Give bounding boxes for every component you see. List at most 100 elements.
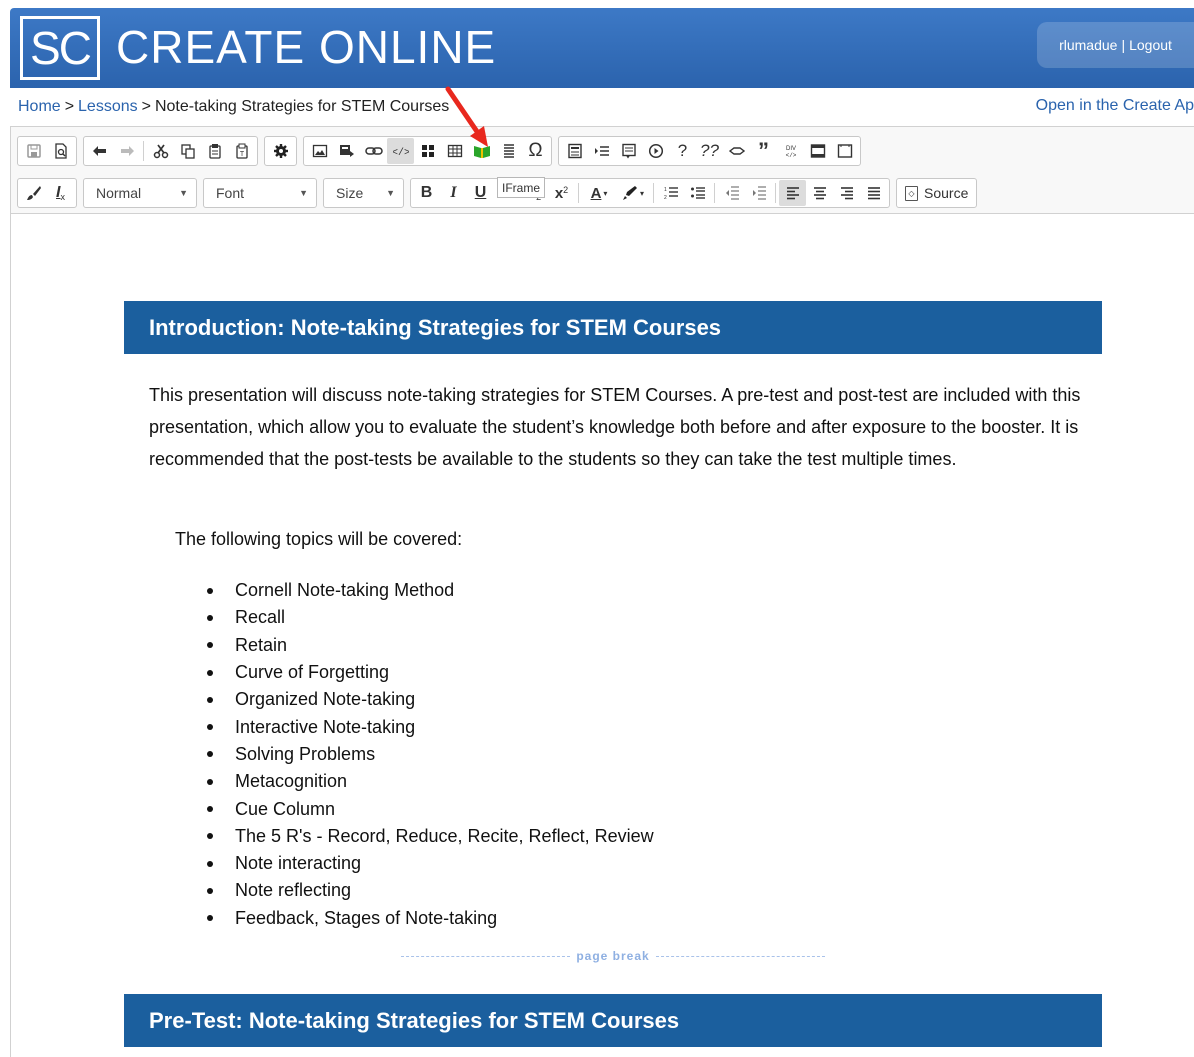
list-item: Recall [207, 604, 654, 631]
bullet-list-icon[interactable] [684, 180, 711, 206]
bullet-icon [207, 614, 213, 621]
omega-icon[interactable]: Ω [522, 138, 549, 164]
superscript-icon[interactable]: x2 [548, 180, 575, 206]
iframe-icon[interactable]: </> [387, 138, 414, 164]
font-dropdown[interactable]: Font ▼ [203, 178, 317, 208]
preview-icon[interactable] [47, 138, 74, 164]
svg-text:1: 1 [664, 187, 667, 193]
list-item: Curve of Forgetting [207, 659, 654, 686]
bullet-icon [207, 860, 213, 867]
link-icon[interactable] [360, 138, 387, 164]
page-break-label: page break [576, 949, 650, 963]
quote-icon[interactable]: ” [750, 138, 777, 164]
list-item-text: Solving Problems [235, 743, 376, 764]
size-dropdown[interactable]: Size ▼ [323, 178, 404, 208]
text-style-group: B I U S x2 x2 A▾ ▾ 12 [410, 178, 890, 208]
format-dropdown-value: Normal [96, 185, 142, 201]
list-item: The 5 R's - Record, Reduce, Recite, Refl… [207, 823, 654, 850]
list-indent-icon[interactable] [588, 138, 615, 164]
source-icon: ◇ [905, 185, 918, 201]
align-justify-icon[interactable] [860, 180, 887, 206]
link-chain-icon[interactable] [723, 138, 750, 164]
format-dropdown[interactable]: Normal ▼ [83, 178, 197, 208]
breadcrumb-home[interactable]: Home [18, 98, 61, 116]
bullet-icon [207, 806, 213, 813]
list-item: Cornell Note-taking Method [207, 577, 654, 604]
svg-text:</>: </> [393, 147, 409, 159]
bullet-icon [207, 669, 213, 676]
sc-logo[interactable]: SC [20, 16, 100, 80]
help-icon[interactable]: ? [669, 138, 696, 164]
page-break-line [401, 955, 571, 957]
bullet-icon [207, 751, 213, 758]
chevron-down-icon: ▼ [299, 188, 308, 198]
list-item-text: Curve of Forgetting [235, 662, 390, 683]
align-center-icon[interactable] [806, 180, 833, 206]
text-color-icon[interactable]: A ▾ [582, 180, 616, 206]
list-item: Note interacting [207, 850, 654, 877]
paste-text-icon[interactable]: T [228, 138, 255, 164]
italic-icon[interactable]: I [440, 180, 467, 206]
red-arrow-annotation [445, 86, 488, 147]
outdent-icon[interactable] [718, 180, 745, 206]
list-item-text: Feedback, Stages of Note-taking [235, 907, 498, 928]
cut-icon[interactable] [147, 138, 174, 164]
align-left-icon[interactable] [779, 180, 806, 206]
breadcrumb-lessons[interactable]: Lessons [78, 98, 138, 116]
editor-area[interactable]: Introduction: Note-taking Strategies for… [10, 214, 1194, 1057]
play-icon[interactable] [642, 138, 669, 164]
redo-icon[interactable] [113, 138, 140, 164]
ordered-list-icon[interactable]: 12 [657, 180, 684, 206]
clear-format-icon[interactable]: Ix [47, 180, 74, 206]
chevron-down-icon: ▼ [386, 188, 395, 198]
save-icon[interactable] [20, 138, 47, 164]
copy-icon[interactable] [174, 138, 201, 164]
svg-text:</>: </> [785, 152, 796, 159]
source-button[interactable]: ◇ Source [896, 178, 978, 208]
list-item-text: The 5 R's - Record, Reduce, Recite, Refl… [235, 825, 654, 846]
bullet-icon [207, 778, 213, 785]
toolbar-divider [143, 141, 144, 161]
note-icon[interactable] [615, 138, 642, 164]
list-item: Organized Note-taking [207, 686, 654, 713]
paste-icon[interactable] [201, 138, 228, 164]
settings-icon[interactable] [267, 138, 294, 164]
list-item: Cue Column [207, 795, 654, 822]
list-item-text: Note interacting [235, 853, 362, 874]
double-help-icon[interactable]: ?? [696, 138, 723, 164]
align-right-icon[interactable] [833, 180, 860, 206]
svg-text:T: T [239, 151, 244, 158]
bullet-icon [207, 724, 213, 731]
underline-icon[interactable]: U [467, 180, 494, 206]
username-link[interactable]: rlumadue [1059, 37, 1117, 53]
indent-icon[interactable] [745, 180, 772, 206]
chevron-down-icon: ▼ [179, 188, 188, 198]
settings-group [264, 136, 297, 166]
image-icon[interactable] [306, 138, 333, 164]
logo-text: SC [30, 22, 92, 74]
open-in-app-link[interactable]: Open in the Create Ap [1036, 97, 1194, 115]
undo-icon[interactable] [86, 138, 113, 164]
list-item: Interactive Note-taking [207, 713, 654, 740]
list-item-text: Retain [235, 634, 288, 655]
div-container-icon[interactable] [804, 138, 831, 164]
highlight-icon[interactable]: ▾ [616, 180, 650, 206]
size-dropdown-value: Size [336, 185, 364, 201]
bold-icon[interactable]: B [413, 180, 440, 206]
widget-icon[interactable] [414, 138, 441, 164]
div-icon[interactable]: DIV </> [777, 138, 804, 164]
frame-icon[interactable] [831, 138, 858, 164]
list-item: Metacognition [207, 768, 654, 795]
section-heading-introduction: Introduction: Note-taking Strategies for… [124, 301, 1102, 354]
list-item-text: Cornell Note-taking Method [235, 580, 455, 601]
breadcrumb-current: Note-taking Strategies for STEM Courses [154, 98, 450, 115]
clipboard-group: T [83, 136, 258, 166]
template-icon[interactable] [561, 138, 588, 164]
media-icon[interactable] [333, 138, 360, 164]
brush-icon[interactable] [20, 180, 47, 206]
page-break-line [655, 955, 825, 957]
list-item-text: Organized Note-taking [235, 689, 416, 710]
logout-link[interactable]: Logout [1129, 37, 1172, 53]
bullet-icon [207, 833, 213, 840]
list-item-text: Note reflecting [235, 880, 352, 901]
